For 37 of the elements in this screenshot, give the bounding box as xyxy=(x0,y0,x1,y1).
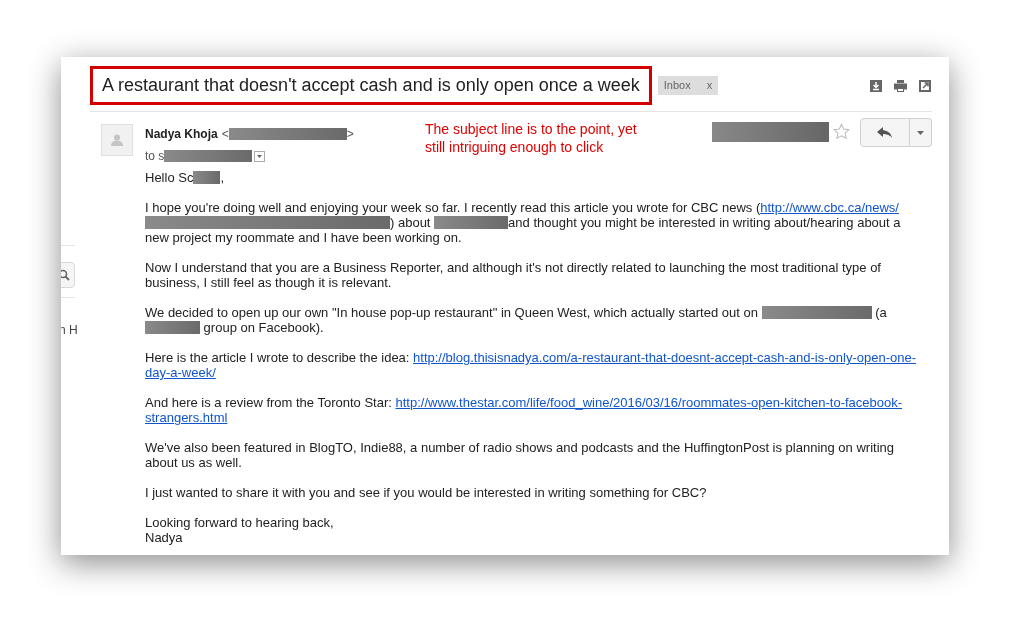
details-dropdown[interactable] xyxy=(254,150,266,162)
redaction-bar xyxy=(145,321,200,334)
download-icon[interactable] xyxy=(869,78,883,93)
person-icon xyxy=(110,133,124,147)
star-icon[interactable] xyxy=(833,123,850,140)
new-window-icon[interactable] xyxy=(918,78,932,93)
reply-button[interactable] xyxy=(860,118,910,147)
email-paragraph: Now I understand that you are a Business Reporter, and although it's not directly related to launching the most traditional type of business, I still feel as though it is relevant. xyxy=(145,260,882,290)
reply-icon xyxy=(877,126,893,139)
email-subject: A restaurant that doesn't accept cash and is only open once a week xyxy=(90,66,652,105)
annotation-text: The subject line is to the point, yet still intriguing enough to click xyxy=(425,120,637,156)
link[interactable]: day-a-week/ xyxy=(145,365,216,380)
email-paragraph: I just wanted to share it with you and see if you would be interested in writing something for CBC? xyxy=(145,485,708,500)
sender-email: > xyxy=(346,126,354,143)
more-button[interactable] xyxy=(910,118,932,147)
redaction-bar xyxy=(193,171,221,184)
label-text: Inbox xyxy=(663,78,691,94)
email-paragraph: We've also been featured in BlogTO, Indie88, a number of radio shows and podcasts and the HuffingtonPost is planning on writing about us as well. xyxy=(145,440,895,470)
print-icon[interactable] xyxy=(893,78,908,93)
email-paragraph: Looking forward to hearing back, Nadya xyxy=(145,515,335,545)
email-paragraph: Hello Sc , xyxy=(145,170,226,185)
email-paragraph: Here is the article I wrote to describe the idea: http://blog.thisisnadya.com/a-restaurant-that-doesnt-accept-cash-and-is-only-open-one- day-a-week/ xyxy=(145,350,917,380)
recipient-text: to s xyxy=(145,148,165,165)
inbox-label[interactable]: Inbox x xyxy=(657,76,719,95)
caret-icon xyxy=(257,154,263,158)
link[interactable]: http://www.thestar.com/life/food_wine/2016/03/16/roommates-open-kitchen-to-facebook- xyxy=(395,395,903,410)
remove-label-button[interactable]: x xyxy=(706,77,713,94)
link[interactable]: http://www.cbc.ca/news/ xyxy=(760,200,899,215)
sender-email: < xyxy=(221,126,229,143)
search-icon xyxy=(61,269,70,281)
email-paragraph: We decided to open up our own "In house pop-up restaurant" in Queen West, which actually started out on (a group on Facebook). xyxy=(145,305,888,335)
link[interactable]: strangers.html xyxy=(145,410,228,425)
link[interactable]: http://blog.thisisnadya.com/a-restaurant-that-doesnt-accept-cash-and-is-only-open-one- xyxy=(413,350,916,365)
sender-name: Nadya Khoja xyxy=(145,126,218,143)
caret-icon xyxy=(917,130,924,135)
email-paragraph: And here is a review from the Toronto Star: http://www.thestar.com/life/food_wine/2016/03/16/roommates-open-kitchen-to-facebook- strangers.html xyxy=(145,395,904,425)
email-paragraph: I hope you're doing well and enjoying your week so far. I recently read this article you wrote for CBC news (http://www.cbc.ca/news/ ) about and thought you might be interested in writing about/hearing about a new project my roommate and I have been working on. xyxy=(145,200,902,245)
